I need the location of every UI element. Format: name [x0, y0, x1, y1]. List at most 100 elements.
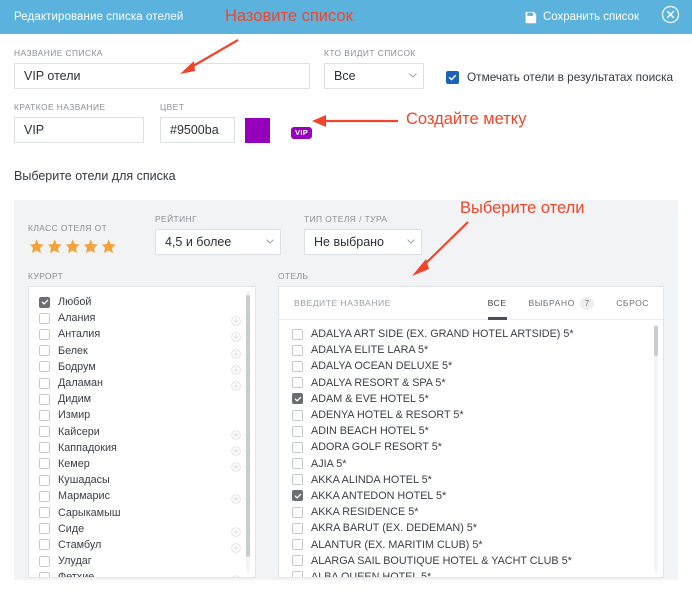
resort-list-item[interactable]: Бодрум	[29, 359, 255, 375]
hotel-list-item[interactable]: ALANTUR (EX. MARITIM CLUB) 5*	[279, 536, 663, 552]
hotel-list-item[interactable]: AJIA 5*	[279, 456, 663, 472]
resort-list-item[interactable]: Сиде	[29, 521, 255, 537]
resort-checkbox[interactable]	[39, 328, 50, 340]
hotel-checkbox[interactable]	[292, 377, 303, 389]
resort-checkbox[interactable]	[39, 345, 50, 357]
mark-in-search-checkbox[interactable]	[446, 70, 459, 84]
resort-checkbox[interactable]	[39, 571, 50, 577]
star-icon[interactable]	[82, 238, 99, 255]
expand-plus-icon[interactable]	[231, 378, 241, 391]
hotel-checkbox[interactable]	[292, 458, 303, 470]
resort-checkbox[interactable]	[39, 458, 50, 470]
resort-checkbox[interactable]	[39, 507, 50, 519]
hotel-checkbox[interactable]	[292, 393, 303, 405]
hotel-list-item[interactable]: ADALYA ELITE LARA 5*	[279, 342, 663, 358]
hotel-scrollbar-thumb[interactable]	[654, 326, 658, 356]
hotel-tab-3[interactable]: СБРОС	[616, 287, 649, 320]
hotel-checkbox[interactable]	[292, 344, 303, 356]
hotel-checkbox[interactable]	[292, 490, 303, 502]
resort-checkbox[interactable]	[39, 312, 50, 324]
resort-list-item[interactable]: Фетхие	[29, 569, 255, 577]
resort-scrollbar-thumb[interactable]	[246, 295, 250, 557]
hotel-list-item[interactable]: AKRA BARUT (EX. DEDEMAN) 5*	[279, 520, 663, 536]
hotel-checkbox[interactable]	[292, 506, 303, 518]
expand-plus-icon[interactable]	[231, 572, 241, 577]
hotel-checkbox[interactable]	[292, 571, 303, 577]
hotel-tab-1[interactable]: ВСЕ	[487, 287, 507, 320]
close-circle-icon[interactable]	[661, 5, 680, 29]
resort-list-item[interactable]: Кайсери	[29, 424, 255, 440]
resort-checkbox[interactable]	[39, 539, 50, 551]
expand-plus-icon[interactable]	[231, 540, 241, 553]
hotel-checkbox[interactable]	[292, 474, 303, 486]
resort-list-item[interactable]: Анталия	[29, 326, 255, 343]
color-hex-input[interactable]	[160, 117, 235, 143]
hotel-checkbox[interactable]	[292, 522, 303, 534]
save-list-button[interactable]: Сохранить список	[524, 11, 639, 24]
hotel-search-input[interactable]	[292, 297, 466, 309]
color-swatch[interactable]	[245, 118, 270, 143]
resort-checkbox[interactable]	[39, 555, 50, 567]
resort-list-item[interactable]: Дидим	[29, 391, 255, 407]
short-name-input[interactable]	[14, 117, 144, 143]
resort-checkbox[interactable]	[39, 442, 50, 454]
resort-list-item[interactable]: Любой	[29, 294, 255, 310]
resort-list-item[interactable]: Даламан	[29, 375, 255, 391]
expand-plus-icon[interactable]	[231, 524, 241, 537]
hotel-scroll-track[interactable]	[654, 324, 658, 573]
expand-plus-icon[interactable]	[231, 329, 241, 343]
star-icon[interactable]	[28, 238, 45, 255]
resort-checkbox[interactable]	[39, 523, 50, 535]
resort-list-item[interactable]: Алания	[29, 310, 255, 327]
hotel-checkbox[interactable]	[292, 328, 303, 340]
resort-checkbox[interactable]	[39, 490, 50, 502]
expand-plus-icon[interactable]	[231, 427, 241, 440]
hotel-checkbox[interactable]	[292, 555, 303, 567]
resort-list-item[interactable]: Каппадокия	[29, 440, 255, 456]
hotel-list-item[interactable]: ADORA GOLF RESORT 5*	[279, 439, 663, 455]
hotel-type-select[interactable]: Не выбрано	[304, 229, 422, 255]
hotel-list-item[interactable]: ADIN BEACH HOTEL 5*	[279, 423, 663, 439]
rating-select[interactable]: 4,5 и более	[155, 229, 281, 255]
expand-plus-icon[interactable]	[231, 313, 241, 327]
resort-checkbox[interactable]	[39, 474, 50, 486]
star-icon[interactable]	[64, 238, 81, 255]
hotel-checkbox[interactable]	[292, 409, 303, 421]
resort-checkbox[interactable]	[39, 409, 50, 421]
mark-in-search-row[interactable]: Отмечать отели в результатах поиска	[446, 70, 673, 89]
hotel-list-item[interactable]: ADAM & EVE HOTEL 5*	[279, 391, 663, 407]
list-name-input[interactable]	[14, 63, 310, 89]
hotel-tab-2[interactable]: ВЫБРАНО 7	[529, 287, 595, 320]
expand-plus-icon[interactable]	[231, 491, 241, 505]
resort-checkbox[interactable]	[39, 377, 50, 389]
expand-plus-icon[interactable]	[231, 459, 241, 472]
expand-plus-icon[interactable]	[231, 346, 241, 359]
hotel-list-item[interactable]: AKKA ANTEDON HOTEL 5*	[279, 488, 663, 504]
hotel-checkbox[interactable]	[292, 539, 303, 551]
visibility-select[interactable]: Все	[324, 63, 424, 89]
hotel-list-item[interactable]: ALBA OUEEN HOTEL 5*	[279, 569, 663, 577]
star-icon[interactable]	[100, 238, 117, 255]
resort-list-item[interactable]: Стамбул	[29, 537, 255, 553]
resort-list-item[interactable]: Мармарис	[29, 488, 255, 505]
hotel-list-item[interactable]: ADALYA ART SIDE (EX. GRAND HOTEL ARTSIDE…	[279, 326, 663, 342]
hotel-class-stars[interactable]	[28, 238, 138, 255]
resort-list-item[interactable]: Улудаг	[29, 553, 255, 569]
expand-plus-icon[interactable]	[231, 362, 241, 375]
resort-list-item[interactable]: Кушадасы	[29, 472, 255, 488]
resort-checkbox[interactable]	[39, 393, 50, 405]
resort-checkbox[interactable]	[39, 426, 50, 438]
resort-list-item[interactable]: Кемер	[29, 456, 255, 472]
hotel-list-item[interactable]: ALARGA SAIL BOUTIQUE HOTEL & YACHT CLUB …	[279, 553, 663, 569]
resort-list-item[interactable]: Измир	[29, 407, 255, 423]
hotel-list-item[interactable]: ADALYA OCEAN DELUXE 5*	[279, 358, 663, 374]
hotel-checkbox[interactable]	[292, 360, 303, 372]
hotel-list-item[interactable]: ADALYA RESORT & SPA 5*	[279, 375, 663, 391]
resort-list-item[interactable]: Сарыкамыш	[29, 504, 255, 520]
resort-checkbox[interactable]	[39, 296, 50, 308]
hotel-list-item[interactable]: ADENYA HOTEL & RESORT 5*	[279, 407, 663, 423]
star-icon[interactable]	[46, 238, 63, 255]
resort-list-item[interactable]: Белек	[29, 343, 255, 359]
hotel-checkbox[interactable]	[292, 425, 303, 437]
hotel-list-item[interactable]: AKKA RESIDENCE 5*	[279, 504, 663, 520]
